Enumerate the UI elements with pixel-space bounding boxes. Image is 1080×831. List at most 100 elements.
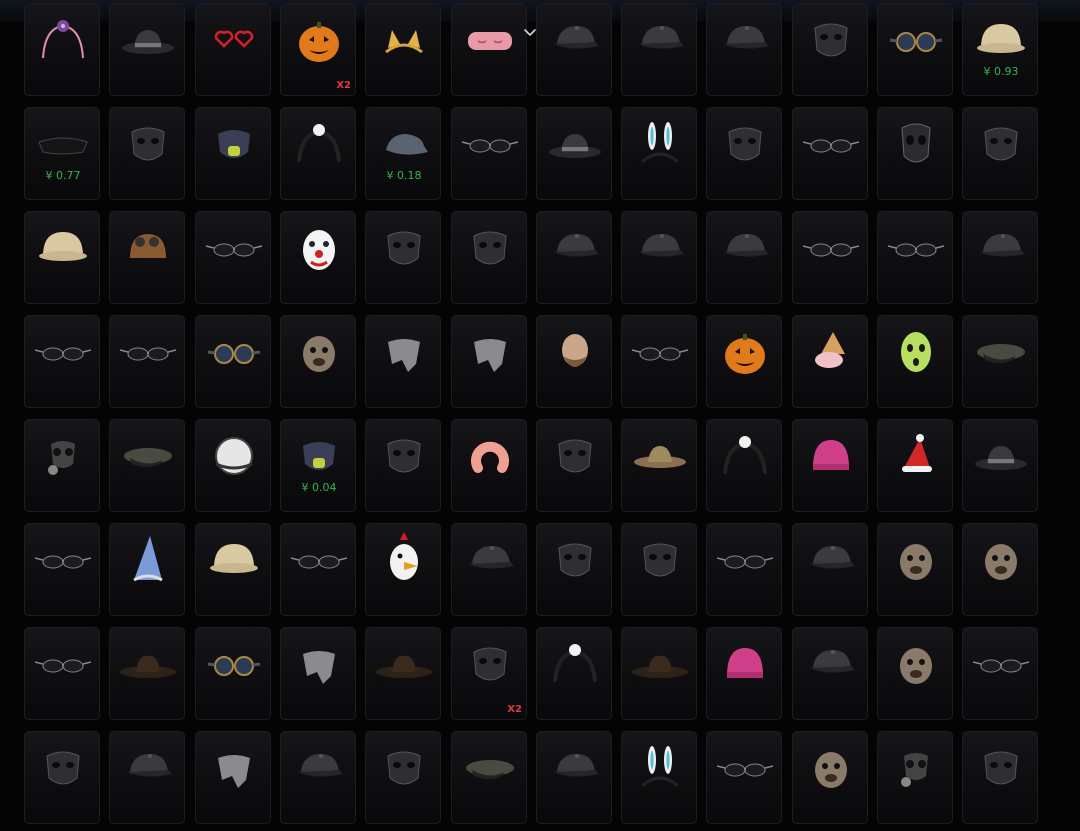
inventory-item-cap-with-headphones[interactable]: [536, 3, 612, 96]
inventory-item-helmet-with-headset[interactable]: ¥ 0.93: [962, 3, 1038, 96]
inventory-item-red-wrestler-mask[interactable]: [365, 211, 441, 304]
inventory-item-biker-cap[interactable]: [109, 731, 185, 824]
inventory-item-dinosaur-mask[interactable]: [877, 523, 953, 616]
inventory-item-camo-neck-gaiter[interactable]: [195, 731, 271, 824]
inventory-item-bunny-ears-headband[interactable]: [621, 107, 697, 200]
inventory-item-orange-cap[interactable]: [451, 523, 527, 616]
inventory-item-pink-beanie[interactable]: [706, 627, 782, 720]
inventory-item-white-sport-glasses[interactable]: [451, 107, 527, 200]
inventory-item-panda-headband[interactable]: [280, 107, 356, 200]
inventory-item-santa-hat[interactable]: [877, 419, 953, 512]
inventory-item-fedora[interactable]: [536, 107, 612, 200]
inventory-item-chicken-mask[interactable]: [365, 523, 441, 616]
inventory-item-white-band-glasses[interactable]: [706, 731, 782, 824]
inventory-item-face-mask[interactable]: [792, 3, 868, 96]
inventory-item-goggles[interactable]: [877, 3, 953, 96]
inventory-item-gold-round-glasses[interactable]: [280, 523, 356, 616]
beanie-icon: [813, 440, 849, 470]
inventory-item-tan-sunglasses[interactable]: [24, 315, 100, 408]
inventory-item-purple-band-helmet[interactable]: [195, 523, 271, 616]
inventory-item-black-hat[interactable]: [109, 3, 185, 96]
inventory-item-officer-cap[interactable]: [962, 315, 1038, 408]
inventory-item-aviator-cap[interactable]: [109, 211, 185, 304]
inventory-item-flat-cap[interactable]: ¥ 0.18: [365, 107, 441, 200]
inventory-item-oni-mask[interactable]: [962, 731, 1038, 824]
inventory-item-dark-sunglasses[interactable]: [195, 211, 271, 304]
inventory-item-white-retro-glasses[interactable]: [706, 523, 782, 616]
inventory-item-respirator-mask[interactable]: [195, 107, 271, 200]
inventory-item-tech-mask[interactable]: [536, 523, 612, 616]
inventory-item-blue-cap-with-headphones[interactable]: [621, 3, 697, 96]
inventory-item-black-baseball-cap-2[interactable]: [536, 731, 612, 824]
inventory-item-sheep-headband[interactable]: [536, 627, 612, 720]
inventory-item-black-visor-glasses[interactable]: ¥ 0.77: [24, 107, 100, 200]
scarf-icon: [388, 339, 420, 372]
inventory-item-neck-pillow[interactable]: [451, 419, 527, 512]
mask-icon: [387, 751, 421, 785]
inventory-item-gas-mask[interactable]: [24, 419, 100, 512]
inventory-item-cowboy-hat-black[interactable]: [109, 627, 185, 720]
inventory-item-leather-muzzle[interactable]: [962, 107, 1038, 200]
inventory-item-sausage-mask[interactable]: [451, 211, 527, 304]
inventory-item-white-face-mask[interactable]: [109, 107, 185, 200]
inventory-item-satin-bonnet[interactable]: [195, 419, 271, 512]
inventory-item-purple-cap[interactable]: [706, 211, 782, 304]
inventory-item-orange-lens-glasses[interactable]: [109, 315, 185, 408]
inventory-item-cow-print-hat[interactable]: [621, 627, 697, 720]
inventory-item-green-balaclava[interactable]: [877, 315, 953, 408]
inventory-item-colorful-goggles[interactable]: [195, 627, 271, 720]
inventory-item-pith-helmet[interactable]: [24, 211, 100, 304]
inventory-item-round-sunglasses[interactable]: [24, 523, 100, 616]
inventory-item-brown-cowboy-hat[interactable]: [365, 627, 441, 720]
inventory-item-purple-brim-cap[interactable]: [792, 627, 868, 720]
inventory-item-mammoth-mask[interactable]: [962, 523, 1038, 616]
inventory-item-pink-bunny-hat[interactable]: [621, 731, 697, 824]
inventory-item-cat-eye-mask[interactable]: [24, 731, 100, 824]
inventory-item-skull-mask[interactable]: [877, 107, 953, 200]
inventory-item-bunny-gas-mask[interactable]: [877, 731, 953, 824]
inventory-item-purple-round-glasses[interactable]: [792, 211, 868, 304]
inventory-item-pink-sleep-mask[interactable]: [451, 3, 527, 96]
inventory-item-red-sport-glasses[interactable]: [792, 107, 868, 200]
inventory-item-jack-o-lantern-mask[interactable]: [706, 315, 782, 408]
inventory-item-clown-mask[interactable]: [280, 211, 356, 304]
inventory-item-dark-cap[interactable]: [706, 3, 782, 96]
inventory-item-black-glasses[interactable]: [877, 211, 953, 304]
inventory-item-husky-mask[interactable]: [280, 315, 356, 408]
inventory-item-santa-beanie[interactable]: [792, 419, 868, 512]
inventory-item-pink-bandana[interactable]: [451, 315, 527, 408]
inventory-item-bearded-head[interactable]: [536, 315, 612, 408]
inventory-item-purple-mesh-mask[interactable]: [365, 731, 441, 824]
inventory-item-gold-square-glasses[interactable]: [962, 627, 1038, 720]
inventory-item-grey-cap[interactable]: [621, 211, 697, 304]
inventory-item-pumpkin-head[interactable]: X2: [280, 3, 356, 96]
inventory-item-skull-bandana[interactable]: [280, 627, 356, 720]
inventory-item-heart-sunglasses[interactable]: [195, 3, 271, 96]
inventory-item-grey-cap-with-badge[interactable]: [792, 523, 868, 616]
inventory-item-bucket-hat[interactable]: [621, 419, 697, 512]
inventory-item-military-cap-headset[interactable]: [280, 731, 356, 824]
inventory-item-black-baseball-cap[interactable]: [962, 211, 1038, 304]
inventory-item-ice-cream-cone-hat[interactable]: [792, 315, 868, 408]
inventory-item-white-fedora[interactable]: [962, 419, 1038, 512]
inventory-item-captain-hat[interactable]: [109, 419, 185, 512]
inventory-item-black-glasses-small[interactable]: [24, 627, 100, 720]
inventory-item-eye-patch-mask[interactable]: X2: [451, 627, 527, 720]
inventory-item-peaked-officer-cap[interactable]: [451, 731, 527, 824]
inventory-item-black-cap[interactable]: [536, 211, 612, 304]
inventory-item-chimpanzee-mask[interactable]: [877, 627, 953, 720]
inventory-item-tuna-headband[interactable]: [706, 419, 782, 512]
inventory-item-cat-ears-number-five[interactable]: [365, 3, 441, 96]
inventory-item-cloth-face-mask[interactable]: [621, 523, 697, 616]
inventory-item-gnome-hat[interactable]: [109, 523, 185, 616]
inventory-item-rabbit-mask[interactable]: [792, 731, 868, 824]
inventory-item-aviator-sunglasses[interactable]: [621, 315, 697, 408]
chevron-down-icon[interactable]: [521, 24, 539, 42]
inventory-item-half-face-respirator[interactable]: ¥ 0.04: [280, 419, 356, 512]
inventory-item-printed-face-mask[interactable]: [365, 419, 441, 512]
inventory-item-flower-headband[interactable]: [24, 3, 100, 96]
inventory-item-black-face-mask[interactable]: [536, 419, 612, 512]
inventory-item-teal-animal-mask[interactable]: [706, 107, 782, 200]
inventory-item-grey-scarf[interactable]: [365, 315, 441, 408]
inventory-item-steampunk-goggles[interactable]: [195, 315, 271, 408]
